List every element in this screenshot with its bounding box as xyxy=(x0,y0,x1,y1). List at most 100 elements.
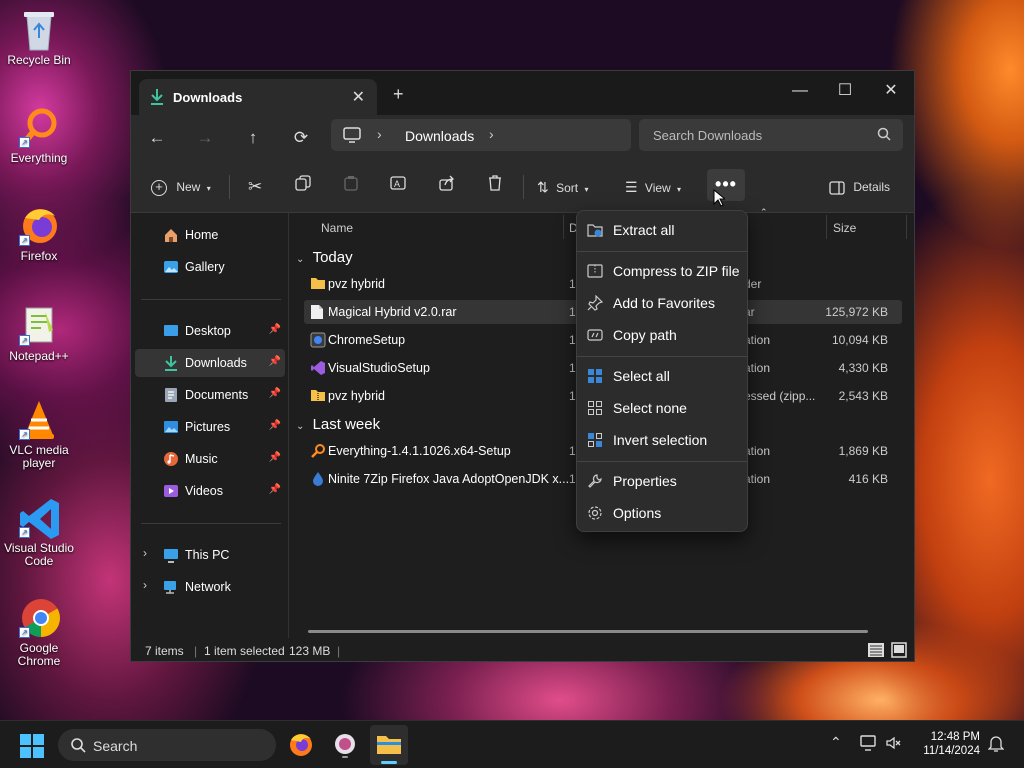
sidebar-item-videos[interactable]: Videos 📌 xyxy=(135,477,285,505)
horizontal-scrollbar[interactable] xyxy=(308,630,868,633)
menu-item-compress-zip[interactable]: Compress to ZIP file xyxy=(581,256,743,286)
invert-selection-icon xyxy=(587,432,603,448)
zip-folder-icon xyxy=(310,388,326,404)
up-button[interactable]: ↑ xyxy=(240,125,266,151)
desktop-icon-vscode[interactable]: ↗ Visual Studio Code xyxy=(0,496,78,568)
column-divider[interactable] xyxy=(563,215,564,239)
refresh-button[interactable]: ⟳ xyxy=(288,125,314,151)
column-divider[interactable] xyxy=(826,215,827,239)
column-header-name[interactable]: Name xyxy=(321,221,353,235)
rename-icon[interactable]: A xyxy=(390,175,408,199)
pin-icon[interactable]: 📌 xyxy=(269,388,281,399)
menu-item-label: Compress to ZIP file xyxy=(613,263,740,279)
delete-icon[interactable] xyxy=(487,175,503,199)
menu-item-copy-path[interactable]: Copy path xyxy=(581,320,743,350)
sidebar-item-music[interactable]: Music 📌 xyxy=(135,445,285,473)
file-size: 2,543 KB xyxy=(838,389,888,403)
cut-icon[interactable]: ✂ xyxy=(248,175,262,199)
menu-item-options[interactable]: Options xyxy=(581,498,743,528)
sidebar-item-label: Downloads xyxy=(185,356,247,370)
forward-button[interactable]: → xyxy=(192,125,218,151)
menu-item-invert-selection[interactable]: Invert selection xyxy=(581,425,743,455)
desktop-icon-recycle-bin[interactable]: Recycle Bin xyxy=(0,8,78,67)
chevron-right-icon[interactable]: › xyxy=(143,546,147,560)
status-divider: | xyxy=(337,644,341,658)
sidebar-item-network[interactable]: › Network xyxy=(135,573,285,601)
minimize-button[interactable]: — xyxy=(785,77,815,105)
maximize-button[interactable]: ☐ xyxy=(830,77,860,105)
column-divider[interactable] xyxy=(906,215,907,239)
group-header-last-week[interactable]: ⌄ Last week xyxy=(296,416,380,433)
menu-item-extract-all[interactable]: Extract all xyxy=(581,215,743,245)
pin-icon[interactable]: 📌 xyxy=(269,484,281,495)
sidebar-item-gallery[interactable]: Gallery xyxy=(135,253,285,281)
sidebar-item-downloads[interactable]: Downloads 📌 xyxy=(135,349,285,377)
file-name: Ninite 7Zip Firefox Java AdoptOpenJDK x.… xyxy=(328,472,570,486)
desktop-icon-label: Notepad++ xyxy=(9,349,69,363)
details-view-toggle[interactable] xyxy=(867,642,885,661)
paste-icon[interactable] xyxy=(343,175,359,199)
network-status-icon[interactable] xyxy=(860,735,878,754)
system-clock[interactable]: 12:48 PM 11/14/2024 xyxy=(923,730,980,758)
file-size: 416 KB xyxy=(848,472,888,486)
back-button[interactable]: ← xyxy=(144,125,170,151)
search-placeholder: Search Downloads xyxy=(653,128,763,143)
sort-button[interactable]: ⇅ Sort ▾ xyxy=(537,175,588,199)
windows-start-icon[interactable] xyxy=(20,734,44,761)
tab-downloads[interactable]: Downloads ✕ xyxy=(139,79,377,115)
taskbar-search[interactable]: Search xyxy=(58,729,276,761)
search-input[interactable]: Search Downloads xyxy=(639,119,903,151)
menu-item-label: Add to Favorites xyxy=(613,295,715,311)
tiles-view-toggle[interactable] xyxy=(891,642,907,661)
desktop-icon-label: Visual Studio Code xyxy=(4,541,74,568)
desktop-icon-everything[interactable]: ↗ Everything xyxy=(0,106,78,165)
menu-item-select-all[interactable]: Select all xyxy=(581,361,743,391)
chevron-down-icon: ▾ xyxy=(206,184,211,193)
chevron-right-icon[interactable]: › xyxy=(143,578,147,592)
chevron-right-icon[interactable]: › xyxy=(489,126,494,142)
pin-icon[interactable]: 📌 xyxy=(269,420,281,431)
address-bar[interactable]: › Downloads › xyxy=(331,119,631,151)
chevron-right-icon[interactable]: › xyxy=(377,126,382,142)
sidebar-item-pictures[interactable]: Pictures 📌 xyxy=(135,413,285,441)
pin-icon[interactable]: 📌 xyxy=(269,324,281,335)
file-type: essed (zipp... xyxy=(744,389,816,403)
taskbar-file-explorer[interactable] xyxy=(370,725,408,765)
menu-divider xyxy=(577,461,747,462)
new-tab-button[interactable]: + xyxy=(393,84,404,105)
menu-item-label: Options xyxy=(613,505,662,521)
file-name: pvz hybrid xyxy=(328,277,385,291)
breadcrumb-downloads[interactable]: Downloads xyxy=(405,128,474,144)
notification-bell-icon[interactable] xyxy=(987,735,1005,756)
sidebar-item-documents[interactable]: Documents 📌 xyxy=(135,381,285,409)
taskbar-app-icon[interactable] xyxy=(332,731,358,762)
copy-icon[interactable] xyxy=(295,175,311,199)
details-pane-button[interactable]: Details xyxy=(829,175,890,199)
shortcut-arrow-icon: ↗ xyxy=(19,137,30,148)
taskbar-firefox-icon[interactable] xyxy=(288,731,314,760)
desktop-icon-vlc[interactable]: ↗ VLC media player xyxy=(0,398,78,470)
column-header-size[interactable]: Size xyxy=(833,221,856,235)
close-window-button[interactable]: ✕ xyxy=(876,77,906,105)
firefox-icon: ↗ xyxy=(19,204,59,246)
copy-path-icon xyxy=(587,327,603,343)
chevron-up-icon[interactable]: ⌃ xyxy=(830,734,842,751)
sidebar-item-this-pc[interactable]: › This PC xyxy=(135,541,285,569)
sidebar-item-home[interactable]: Home xyxy=(135,221,285,249)
volume-muted-icon[interactable] xyxy=(886,736,902,753)
share-icon[interactable] xyxy=(439,175,455,199)
new-button[interactable]: + New ▾ xyxy=(151,175,211,199)
desktop-icon-chrome[interactable]: ↗ Google Chrome xyxy=(0,596,78,668)
pin-icon[interactable]: 📌 xyxy=(269,452,281,463)
menu-item-add-to-favorites[interactable]: Add to Favorites xyxy=(581,288,743,318)
menu-item-properties[interactable]: Properties xyxy=(581,466,743,496)
view-button[interactable]: ☰ View ▾ xyxy=(625,175,681,199)
sidebar-item-desktop[interactable]: Desktop 📌 xyxy=(135,317,285,345)
close-tab-button[interactable]: ✕ xyxy=(352,87,365,107)
desktop-icon-firefox[interactable]: ↗ Firefox xyxy=(0,204,78,263)
desktop-icon-notepad-plus-plus[interactable]: ↗ Notepad++ xyxy=(0,304,78,363)
menu-item-select-none[interactable]: Select none xyxy=(581,393,743,423)
group-header-today[interactable]: ⌄ Today xyxy=(296,249,353,266)
this-pc-icon xyxy=(163,547,179,563)
pin-icon[interactable]: 📌 xyxy=(269,356,281,367)
